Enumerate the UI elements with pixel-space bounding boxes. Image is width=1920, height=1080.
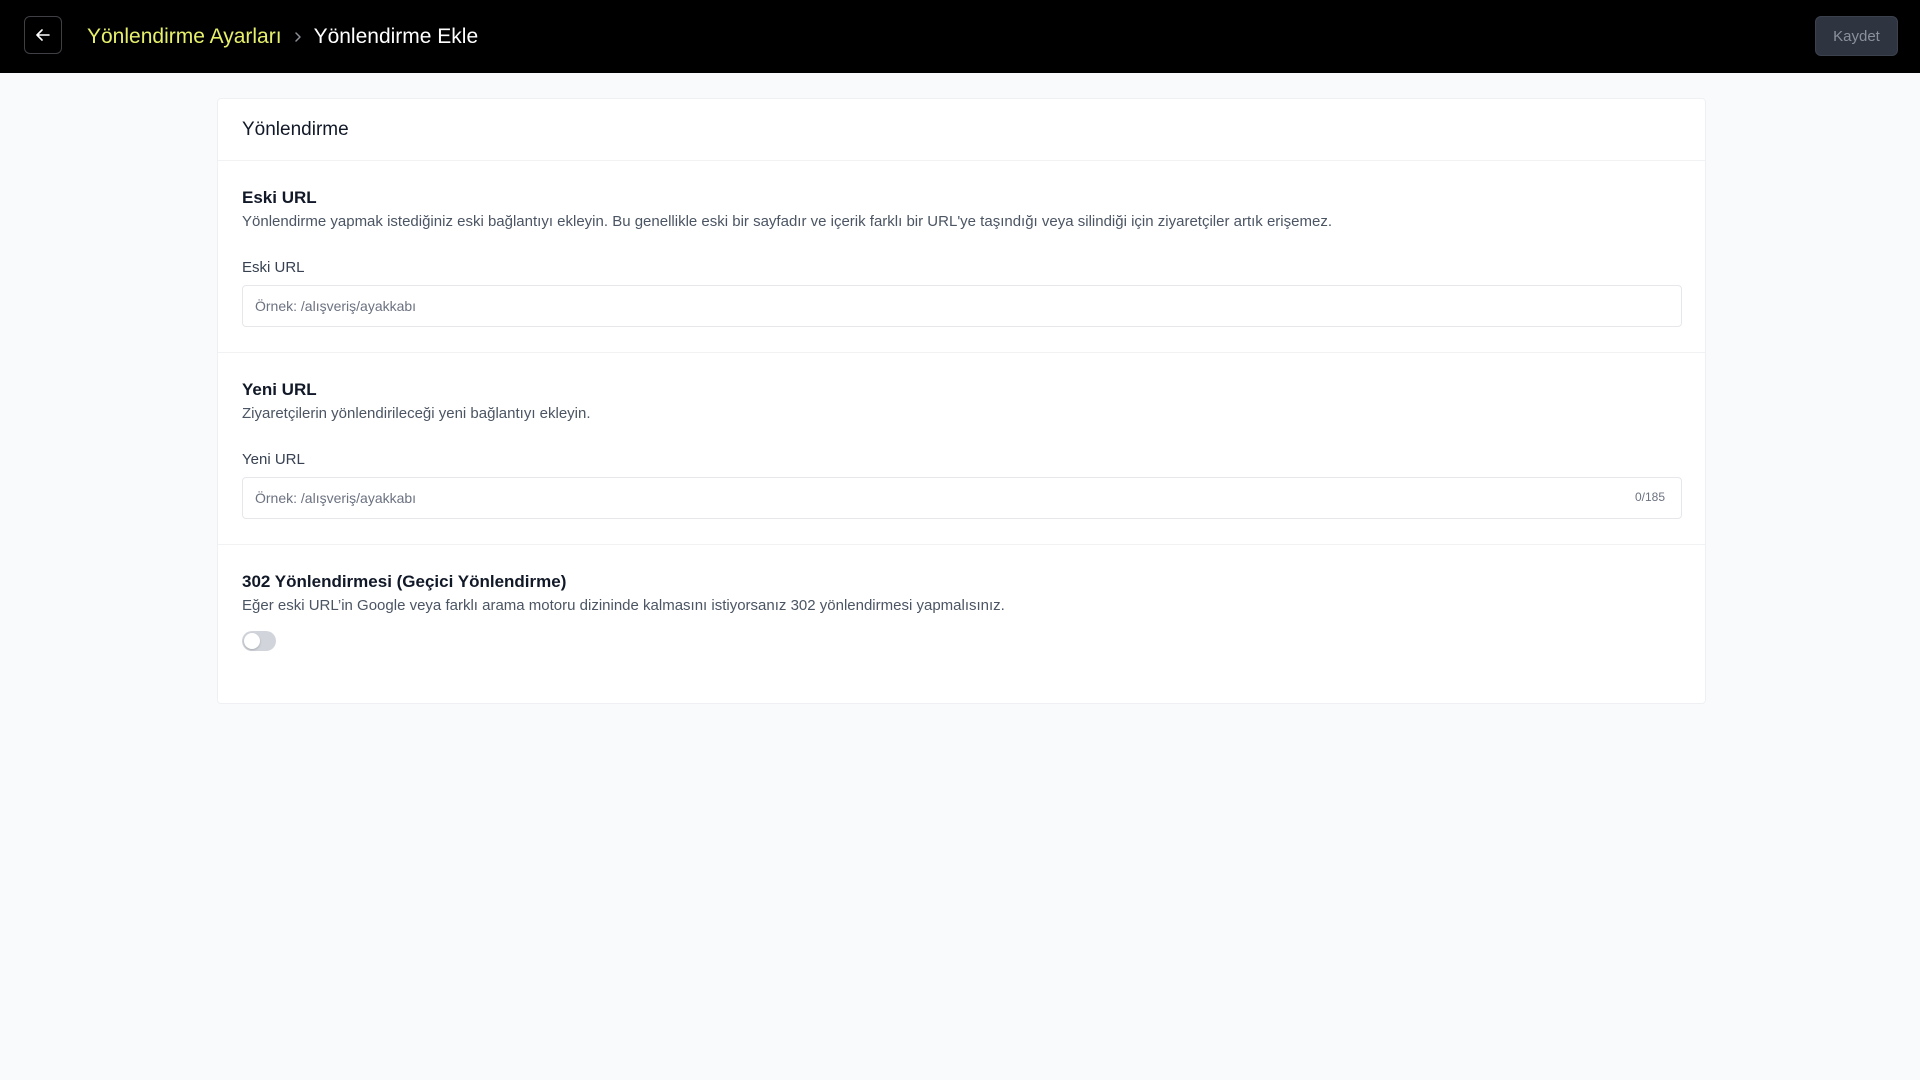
character-counter: 0/185 bbox=[1634, 490, 1665, 504]
old-url-field-wrapper bbox=[242, 285, 1682, 327]
new-url-section: Yeni URL Ziyaretçilerin yönlendirileceği… bbox=[218, 353, 1705, 545]
redirect-302-description: Eğer eski URL’in Google veya farklı aram… bbox=[242, 597, 1005, 614]
redirect-302-section: 302 Yönlendirmesi (Geçici Yönlendirme) E… bbox=[218, 545, 1705, 703]
new-url-input[interactable] bbox=[243, 478, 1681, 518]
old-url-input[interactable] bbox=[243, 286, 1681, 326]
redirect-302-title: 302 Yönlendirmesi (Geçici Yönlendirme) bbox=[242, 572, 567, 591]
new-url-label: Yeni URL bbox=[242, 451, 305, 468]
back-button[interactable] bbox=[24, 16, 62, 54]
new-url-description: Ziyaretçilerin yönlendirileceği yeni bağ… bbox=[242, 405, 591, 422]
old-url-title: Eski URL bbox=[242, 188, 317, 207]
card-header: Yönlendirme bbox=[218, 99, 1705, 161]
new-url-field-wrapper: 0/185 bbox=[242, 477, 1682, 519]
breadcrumb-current: Yönlendirme Ekle bbox=[313, 24, 479, 48]
old-url-section: Eski URL Yönlendirme yapmak istediğiniz … bbox=[218, 161, 1705, 353]
card-title: Yönlendirme bbox=[242, 118, 349, 140]
breadcrumb: Yönlendirme Ayarları Yönlendirme Ekle bbox=[87, 0, 478, 73]
redirect-302-toggle[interactable] bbox=[242, 631, 276, 651]
chevron-right-icon bbox=[294, 31, 302, 43]
old-url-description: Yönlendirme yapmak istediğiniz eski bağl… bbox=[242, 213, 1332, 230]
arrow-left-icon bbox=[36, 29, 50, 41]
new-url-title: Yeni URL bbox=[242, 380, 317, 399]
breadcrumb-parent-link[interactable]: Yönlendirme Ayarları bbox=[87, 25, 282, 49]
save-button[interactable]: Kaydet bbox=[1815, 16, 1898, 56]
redirect-card: Yönlendirme Eski URL Yönlendirme yapmak … bbox=[217, 98, 1706, 704]
old-url-label: Eski URL bbox=[242, 259, 305, 276]
toggle-knob bbox=[244, 633, 260, 649]
top-bar: Yönlendirme Ayarları Yönlendirme Ekle Ka… bbox=[0, 0, 1920, 73]
